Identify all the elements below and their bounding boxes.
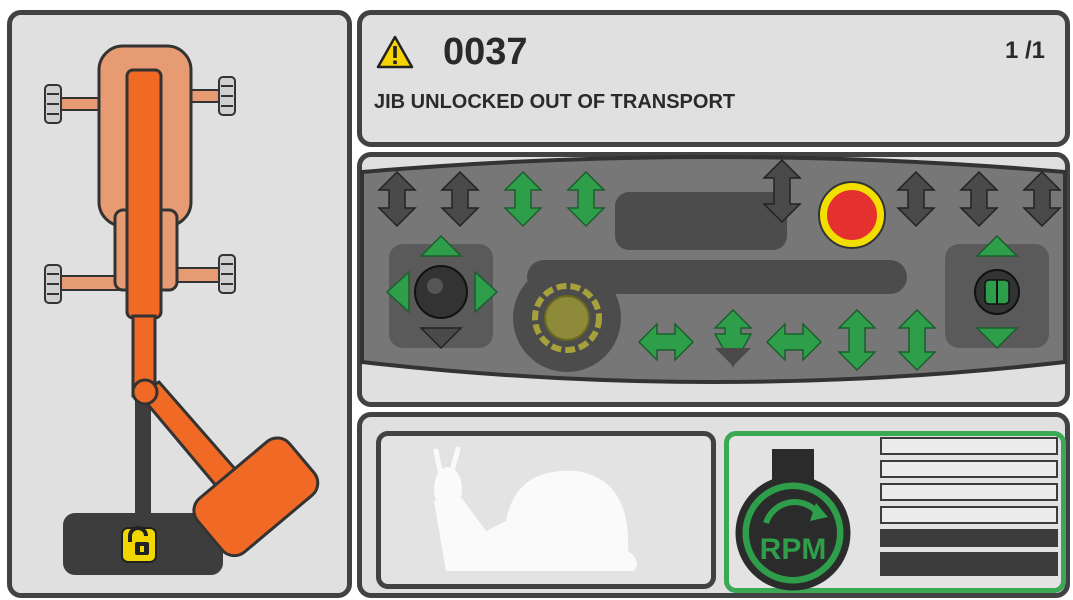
rpm-bar-4: [880, 506, 1058, 524]
rpm-level-bars: [880, 437, 1058, 576]
alarm-code: 0037: [443, 31, 528, 73]
rpm-bar-3: [880, 483, 1058, 501]
unlocked-padlock-icon: [121, 526, 157, 563]
outrigger-front-right: [218, 76, 236, 116]
alarm-panel: 0037 1 /1 JIB UNLOCKED OUT OF TRANSPORT: [357, 10, 1070, 147]
rpm-button[interactable]: RPM: [724, 431, 1066, 593]
rpm-label: RPM: [760, 533, 827, 566]
machine-panel: [7, 10, 352, 598]
alarm-page-indicator: 1 /1: [1004, 37, 1045, 64]
alarm-message: JIB UNLOCKED OUT OF TRANSPORT: [374, 91, 736, 113]
warning-triangle-icon: [376, 35, 414, 69]
outrigger-front-left: [44, 84, 62, 124]
outrigger-rear-right: [218, 254, 236, 294]
boom: [125, 68, 163, 320]
rpm-bar-5: [880, 529, 1058, 547]
rpm-bar-6: [880, 552, 1058, 576]
rpm-bar-1: [880, 437, 1058, 455]
snail-icon: [433, 446, 637, 571]
controls-panel: [357, 152, 1070, 407]
control-console: [360, 155, 1067, 384]
outrigger-rear-left: [44, 264, 62, 304]
slow-mode-button[interactable]: [376, 431, 716, 589]
machine-diagram: [44, 44, 320, 575]
joystick-right[interactable]: [974, 234, 1020, 350]
emergency-stop-icon[interactable]: [818, 181, 886, 249]
status-panel: RPM: [357, 412, 1070, 598]
rpm-bar-2: [880, 460, 1058, 478]
